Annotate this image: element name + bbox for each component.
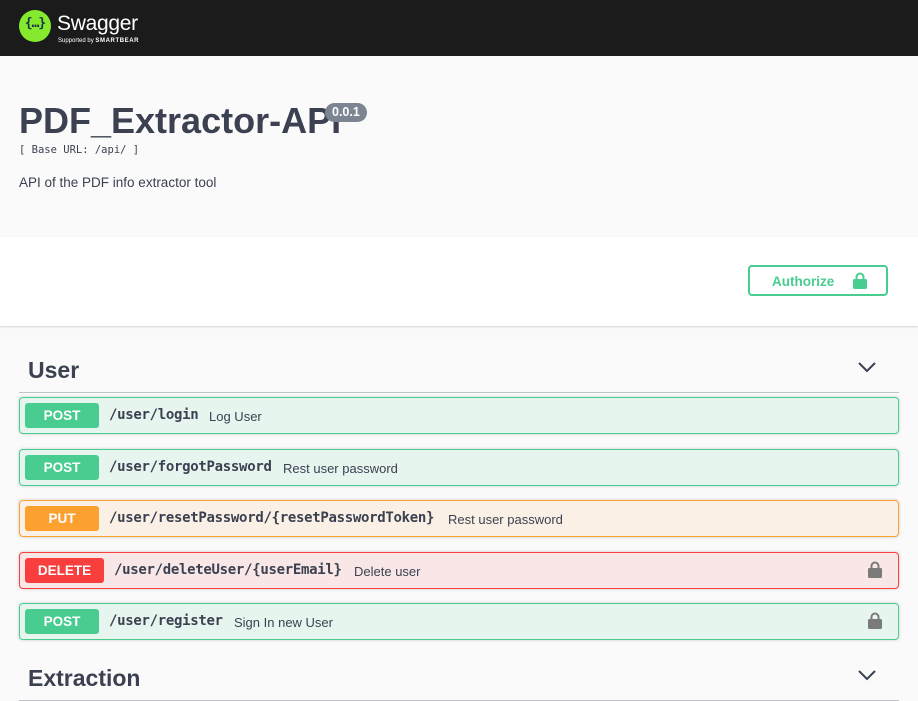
tag-extraction[interactable]: Extraction	[19, 662, 899, 701]
tag-name: User	[28, 357, 80, 383]
operation-post-user-login[interactable]: POST /user/login Log User	[19, 397, 899, 434]
operation-path: /user/login	[109, 407, 199, 423]
tag-user[interactable]: User	[19, 354, 899, 393]
operation-summary: Sign In new User	[234, 615, 333, 630]
operation-path: /user/resetPassword/{resetPasswordToken}	[109, 510, 435, 526]
method-badge: POST	[25, 403, 99, 428]
swagger-logo-icon: {…}	[19, 10, 51, 42]
operation-summary: Rest user password	[283, 461, 398, 476]
api-info: PDF_Extractor-API 0.0.1 [ Base URL: /api…	[0, 56, 918, 237]
lock-icon	[853, 272, 867, 292]
lock-icon[interactable]	[868, 561, 882, 583]
api-title: PDF_Extractor-API	[19, 100, 342, 141]
method-badge: POST	[25, 609, 99, 634]
operation-summary: Delete user	[354, 564, 421, 579]
operation-put-user-reset-password[interactable]: PUT /user/resetPassword/{resetPasswordTo…	[19, 500, 899, 537]
operation-summary: Log User	[209, 409, 262, 424]
chevron-down-icon[interactable]	[857, 360, 877, 379]
logo-subtitle: Supported by SMARTBEAR	[58, 38, 140, 44]
operation-post-user-forgot-password[interactable]: POST /user/forgotPassword Rest user pass…	[19, 449, 899, 486]
method-badge: POST	[25, 455, 99, 480]
authorize-label: Authorize	[772, 274, 835, 289]
lock-icon[interactable]	[868, 612, 882, 634]
operation-path: /user/forgotPassword	[109, 459, 272, 475]
chevron-down-icon[interactable]	[857, 668, 877, 687]
operation-path: /user/deleteUser/{userEmail}	[114, 562, 342, 578]
scheme-container: Authorize	[0, 237, 918, 326]
api-description: API of the PDF info extractor tool	[19, 175, 217, 190]
authorize-button[interactable]: Authorize	[748, 265, 888, 296]
version-badge: 0.0.1	[325, 103, 367, 122]
logo-text: Swagger	[57, 12, 138, 35]
tag-name: Extraction	[28, 665, 141, 691]
topbar: {…} Swagger Supported by SMARTBEAR	[0, 0, 918, 56]
operation-post-user-register[interactable]: POST /user/register Sign In new User	[19, 603, 899, 640]
operation-summary: Rest user password	[448, 512, 563, 527]
method-badge: PUT	[25, 506, 99, 531]
method-badge: DELETE	[25, 558, 104, 583]
base-url: [ Base URL: /api/ ]	[19, 144, 140, 156]
operation-path: /user/register	[109, 613, 223, 629]
operation-delete-user[interactable]: DELETE /user/deleteUser/{userEmail} Dele…	[19, 552, 899, 589]
